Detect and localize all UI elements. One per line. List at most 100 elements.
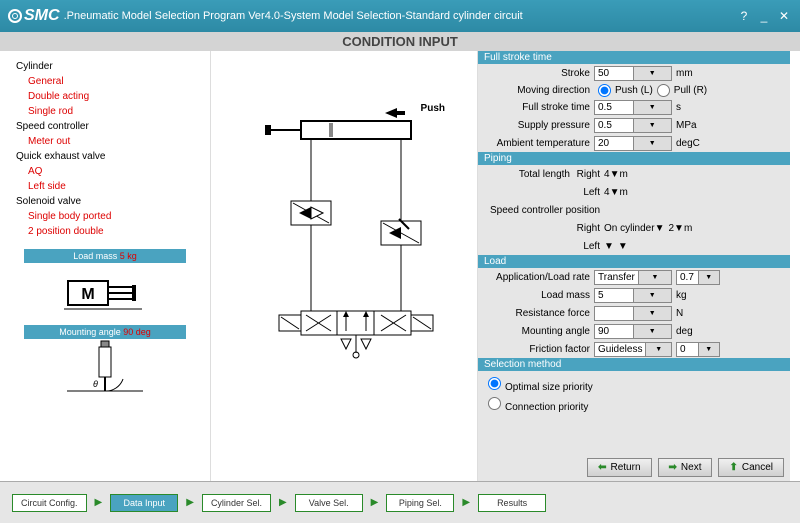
scpos-unit: m [684, 223, 692, 234]
right-label: Right [574, 169, 604, 180]
movedir-label: Moving direction [484, 85, 594, 96]
loadmass-input[interactable]: 5▼ [594, 288, 672, 303]
svg-text:M: M [81, 286, 94, 303]
page-header: CONDITION INPUT [0, 32, 800, 51]
mountangle-bar-value: 90 deg [123, 327, 151, 337]
ambient-label: Ambient temperature [484, 138, 594, 149]
fric-label: Friction factor [484, 344, 594, 355]
ambient-input[interactable]: 20▼ [594, 136, 672, 151]
tree-item[interactable]: Cylinder [16, 59, 204, 74]
mountangle-diagram: θ [24, 341, 186, 397]
tree-item[interactable]: Speed controller [16, 119, 204, 134]
supply-unit: MPa [676, 120, 704, 131]
arrow-up-icon: ⬆ [729, 462, 737, 473]
ambient-unit: degC [676, 138, 704, 149]
optimal-label: Optimal size priority [505, 382, 593, 393]
movedir-push-label: Push (L) [615, 85, 653, 96]
connection-priority-option[interactable]: Connection priority [488, 395, 780, 415]
fric-val2-input[interactable]: 0▼ [676, 342, 720, 357]
step-valve-sel-[interactable]: Valve Sel. [295, 494, 363, 512]
step-arrow-icon: ▶ [186, 497, 194, 508]
tree-item[interactable]: 2 position double [16, 224, 204, 239]
mount-label: Mounting angle [484, 326, 594, 337]
tree-item[interactable]: Single body ported [16, 209, 204, 224]
movedir-push-radio[interactable] [598, 84, 611, 97]
push-label: Push [421, 103, 445, 114]
tree-item[interactable]: AQ [16, 164, 204, 179]
loadmass-unit: kg [676, 290, 704, 301]
section-piping: Piping [478, 152, 790, 165]
tree-item[interactable]: Double acting [16, 89, 204, 104]
step-arrow-icon: ▶ [371, 497, 379, 508]
resist-input[interactable]: ▼ [594, 306, 672, 321]
arrow-right-icon: ➡ [669, 462, 677, 473]
optimal-priority-option[interactable]: Optimal size priority [488, 375, 780, 395]
pneumatic-schematic-icon [211, 71, 471, 371]
apprate-input[interactable]: Transfer▼ [594, 270, 672, 285]
step-arrow-icon: ▶ [95, 497, 103, 508]
mount-unit: deg [676, 326, 704, 337]
loadmass-bar-value: 5 kg [120, 251, 137, 261]
title-bar: SMC .Pneumatic Model Selection Program V… [0, 0, 800, 32]
tree-item[interactable]: Quick exhaust valve [16, 149, 204, 164]
section-fullstroke: Full stroke time [478, 51, 790, 64]
totlen-right-input[interactable]: 4▼ [604, 169, 619, 180]
loadmass-diagram: M [24, 265, 186, 321]
loadmass-bar-label: Load mass [73, 251, 117, 261]
scpos-left-input[interactable]: ▼ [604, 241, 614, 252]
tree-item[interactable]: Left side [16, 179, 204, 194]
stroke-label: Stroke [484, 68, 594, 79]
step-footer: Circuit Config. ▶ Data Input ▶ Cylinder Sel.… [0, 481, 800, 523]
totlen-r-unit: m [619, 169, 627, 180]
scpos-left-label: Left [574, 241, 604, 252]
fric-input[interactable]: Guideless▼ [594, 342, 672, 357]
left-panel: CylinderGeneralDouble actingSingle rodSp… [0, 51, 210, 481]
arrow-left-icon: ⬅ [598, 462, 606, 473]
connection-radio[interactable] [488, 397, 501, 410]
step-results[interactable]: Results [478, 494, 546, 512]
return-button[interactable]: ⬅Return [587, 458, 651, 477]
apprate-val2-input[interactable]: 0.7▼ [676, 270, 720, 285]
fulltime-input[interactable]: 0.5▼ [594, 100, 672, 115]
logo-icon [8, 9, 22, 23]
minimize-button[interactable]: _ [756, 9, 772, 23]
apprate-label: Application/Load rate [484, 272, 594, 283]
scpos-right-input[interactable]: On cylinder▼ [604, 223, 664, 234]
stroke-unit: mm [676, 68, 704, 79]
step-cylinder-sel-[interactable]: Cylinder Sel. [202, 494, 271, 512]
main-area: CylinderGeneralDouble actingSingle rodSp… [0, 51, 800, 481]
push-arrow-icon [385, 105, 405, 123]
step-data-input[interactable]: Data Input [110, 494, 178, 512]
left-label: Left [574, 187, 604, 198]
tree-item[interactable]: Meter out [16, 134, 204, 149]
tree-item[interactable]: Solenoid valve [16, 194, 204, 209]
scpos-right-val-input[interactable]: 2▼ [668, 223, 683, 234]
svg-text:θ: θ [93, 379, 98, 389]
stroke-input[interactable]: 50▼ [594, 66, 672, 81]
optimal-radio[interactable] [488, 377, 501, 390]
cancel-button[interactable]: ⬆Cancel [718, 458, 784, 477]
chevron-down-icon: ▼ [633, 67, 672, 80]
step-circuit-config-[interactable]: Circuit Config. [12, 494, 87, 512]
next-button[interactable]: ➡Next [658, 458, 713, 477]
resist-label: Resistance force [484, 308, 594, 319]
tree-item[interactable]: Single rod [16, 104, 204, 119]
help-button[interactable]: ? [736, 9, 752, 23]
movedir-pull-radio[interactable] [657, 84, 670, 97]
totlen-left-input[interactable]: 4▼ [604, 187, 619, 198]
totlen-label: Total length [484, 169, 574, 180]
step-arrow-icon: ▶ [462, 497, 470, 508]
supply-input[interactable]: 0.5▼ [594, 118, 672, 133]
step-piping-sel-[interactable]: Piping Sel. [386, 494, 454, 512]
resist-unit: N [676, 308, 704, 319]
mount-input[interactable]: 90▼ [594, 324, 672, 339]
window-controls: ? _ ✕ [736, 9, 792, 23]
loadmass-label: Load mass [484, 290, 594, 301]
close-button[interactable]: ✕ [776, 9, 792, 23]
mountangle-bar: Mounting angle 90 deg [24, 325, 186, 339]
fulltime-label: Full stroke time [484, 102, 594, 113]
tree-item[interactable]: General [16, 74, 204, 89]
scpos-left-val-input[interactable]: ▼ [618, 241, 628, 252]
scpos-label: Speed controller position [484, 205, 600, 216]
movedir-pull-label: Pull (R) [674, 85, 707, 96]
